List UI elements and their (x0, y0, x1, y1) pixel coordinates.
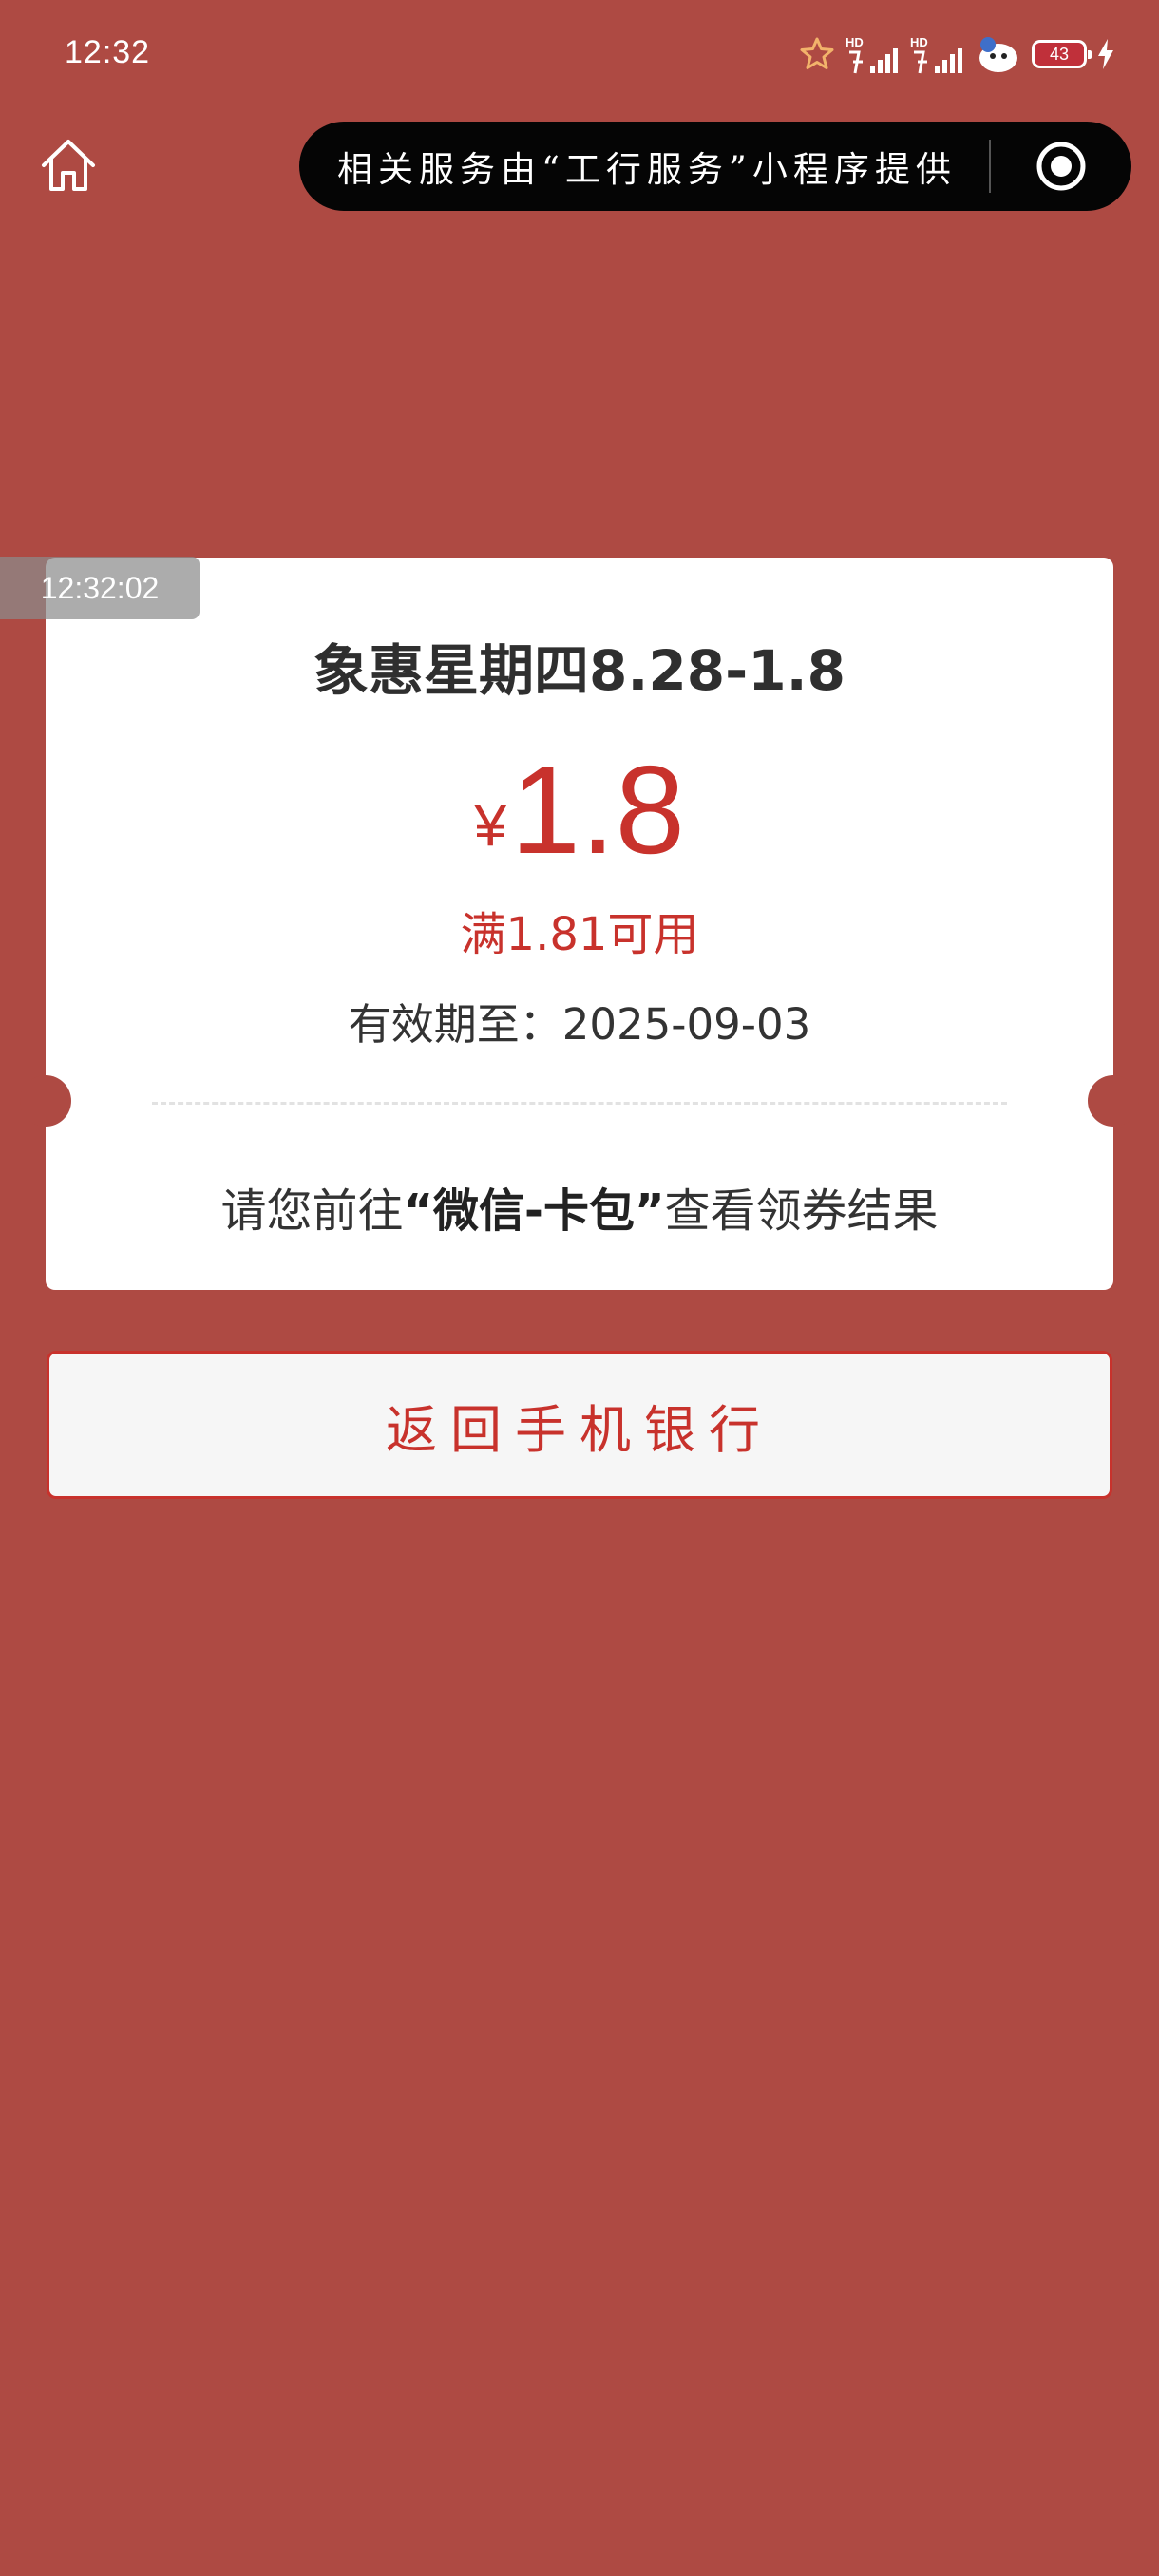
notification-star-icon (798, 35, 836, 73)
app-notification-icon (975, 33, 1022, 75)
home-button[interactable] (34, 131, 103, 199)
hd-signal-icon: HD (846, 33, 901, 75)
status-bar-time: 12:32 (65, 34, 151, 70)
recording-timestamp: 12:32:02 (0, 557, 200, 619)
capsule-service-notice: 相关服务由“工行服务”小程序提供 (337, 149, 957, 190)
home-icon (42, 140, 95, 191)
mini-program-capsule: 相关服务由“工行服务”小程序提供 (299, 122, 1131, 211)
coupon-amount: 1.8 (510, 740, 685, 880)
target-icon (1036, 142, 1086, 191)
charging-icon (1096, 37, 1115, 71)
instruction-suffix: 查看领券结果 (664, 1184, 939, 1238)
hd-signal-icon: HD (910, 33, 965, 75)
instruction-highlight: “微信-卡包” (403, 1184, 665, 1238)
ticket-divider (152, 1102, 1007, 1105)
battery-level: 43 (1032, 40, 1092, 68)
svg-text:HD: HD (846, 35, 864, 49)
instruction-prefix: 请您前往 (220, 1184, 404, 1238)
coupon-amount-row: ¥ 1.8 (46, 748, 1113, 873)
coupon-card: 象惠星期四8.28-1.8 ¥ 1.8 满1.81可用 有效期至：2025-09… (20, 558, 1139, 1290)
return-to-mobile-banking-button[interactable]: 返回手机银行 (47, 1351, 1112, 1499)
status-bar-icons: HD HD 43 (798, 32, 1115, 76)
coupon-title: 象惠星期四8.28-1.8 (314, 638, 846, 703)
currency-symbol: ¥ (474, 793, 507, 859)
svg-text:HD: HD (910, 35, 928, 49)
coupon-instruction: 请您前往“微信-卡包”查看领券结果 (46, 1173, 1113, 1240)
capsule-close-button[interactable] (991, 122, 1131, 211)
battery-icon: 43 (1032, 40, 1092, 68)
coupon-condition: 满1.81可用 (460, 908, 699, 961)
ticket-notch-left (20, 1075, 71, 1127)
coupon-validity: 有效期至：2025-09-03 (348, 999, 811, 1050)
ticket-notch-right (1088, 1075, 1139, 1127)
